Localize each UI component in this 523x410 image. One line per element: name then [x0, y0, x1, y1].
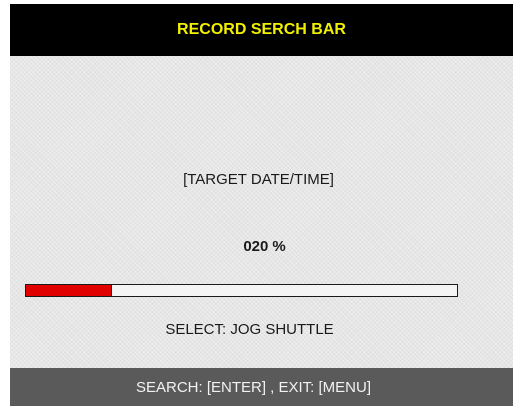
record-search-dialog: RECORD SERCH BAR [TARGET DATE/TIME] 020%…: [10, 4, 513, 406]
progress-percent-readout: 020%: [10, 238, 513, 255]
search-progress-bar[interactable]: [25, 284, 458, 297]
progress-percent-value: 020: [243, 238, 269, 255]
target-date-time-label: [TARGET DATE/TIME]: [183, 171, 334, 188]
title-bar: RECORD SERCH BAR: [10, 4, 513, 56]
footer-bar: SEARCH: [ENTER] , EXIT: [MENU]: [10, 368, 513, 406]
select-jog-shuttle-hint: SELECT: JOG SHUTTLE: [165, 321, 334, 338]
search-progress-fill: [26, 285, 113, 296]
dialog-title: RECORD SERCH BAR: [177, 21, 346, 38]
progress-percent-unit: %: [272, 238, 286, 255]
footer-key-hint: SEARCH: [ENTER] , EXIT: [MENU]: [135, 378, 372, 396]
